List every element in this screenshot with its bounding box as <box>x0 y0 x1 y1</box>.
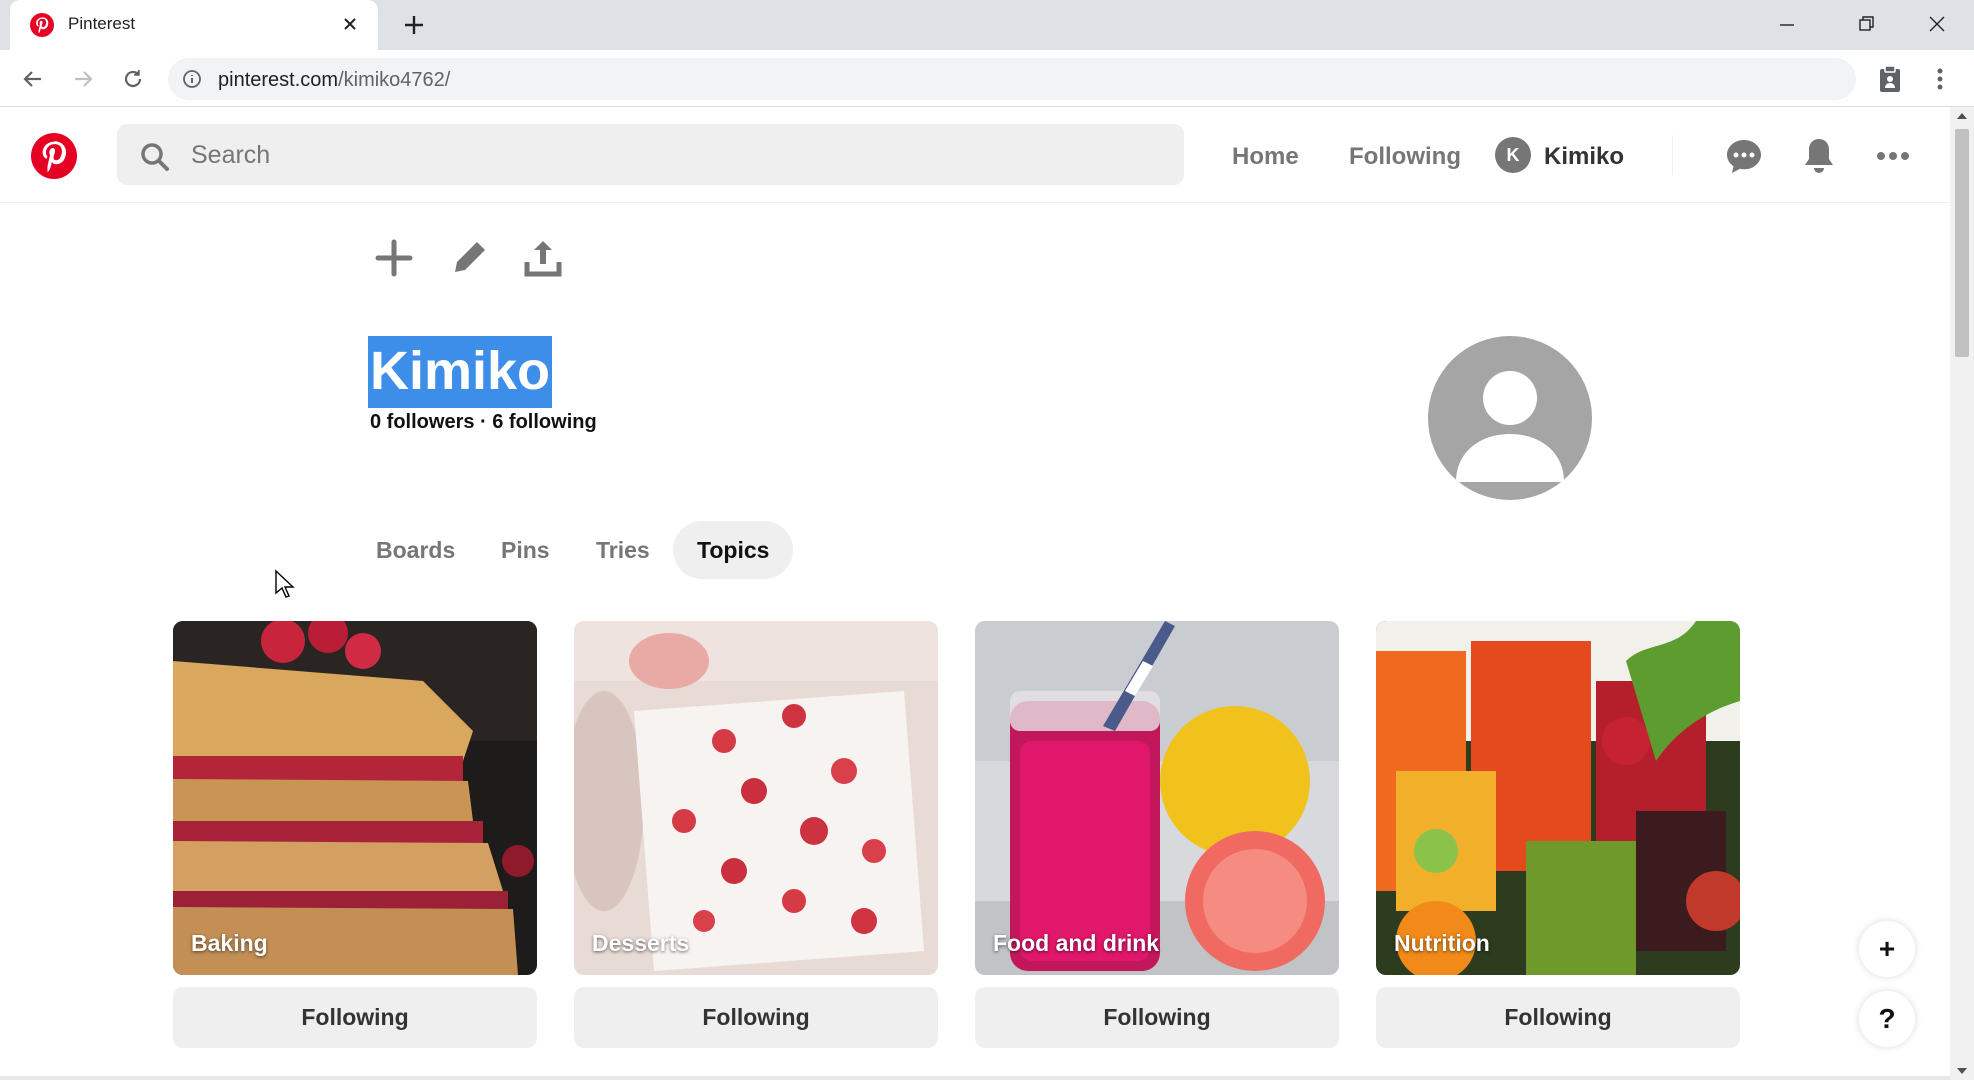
scrollbar-thumb[interactable] <box>1955 129 1969 357</box>
search-input[interactable]: Search <box>117 124 1184 185</box>
topic-label: Baking <box>191 930 268 956</box>
profile-avatar[interactable] <box>1428 336 1592 500</box>
scroll-up-icon[interactable] <box>1957 113 1967 119</box>
arrow-left-icon <box>23 71 41 87</box>
url-text: pinterest.com/kimiko4762/ <box>218 69 450 92</box>
back-button[interactable] <box>16 62 50 96</box>
header-divider <box>1672 135 1673 175</box>
profile-name: Kimiko <box>368 336 553 408</box>
following-button-food-and-drink[interactable]: Following <box>975 987 1339 1048</box>
share-upload-icon[interactable] <box>521 236 565 280</box>
tab-title: Pinterest <box>68 14 136 33</box>
pinterest-favicon-icon <box>30 13 54 37</box>
tab-tries[interactable]: Tries <box>572 521 674 579</box>
browser-tab[interactable]: Pinterest <box>10 0 378 50</box>
nav-home[interactable]: Home <box>1232 143 1299 171</box>
reload-icon <box>124 70 142 88</box>
nutrition-image <box>1376 621 1740 975</box>
tab-pins[interactable]: Pins <box>477 521 574 579</box>
food-and-drink-image <box>975 621 1339 975</box>
edit-pencil-icon[interactable] <box>447 236 491 280</box>
tab-topics[interactable]: Topics <box>673 521 794 579</box>
floating-add-button[interactable]: + <box>1859 921 1915 977</box>
following-button-baking[interactable]: Following <box>173 987 537 1048</box>
search-icon <box>141 143 169 171</box>
url-path: /kimiko4762/ <box>338 69 451 91</box>
topic-card-food-and-drink[interactable]: Food and drink <box>975 621 1339 975</box>
following-button-nutrition[interactable]: Following <box>1376 987 1740 1048</box>
search-placeholder: Search <box>191 141 271 169</box>
pinterest-header: Search Home Following K Kimiko <box>0 107 1950 203</box>
restore-button[interactable] <box>1838 6 1896 42</box>
pinterest-logo-icon[interactable] <box>31 133 77 179</box>
url-host: pinterest.com <box>218 69 339 91</box>
desserts-image <box>574 621 938 975</box>
close-window-button[interactable] <box>1908 6 1966 42</box>
forward-button[interactable] <box>66 62 100 96</box>
add-icon[interactable] <box>372 236 416 280</box>
nav-user-name[interactable]: Kimiko <box>1544 143 1624 171</box>
messages-icon[interactable] <box>1722 134 1766 178</box>
close-icon <box>1929 16 1945 32</box>
address-bar[interactable]: pinterest.com/kimiko4762/ <box>168 58 1856 100</box>
following-button-desserts[interactable]: Following <box>574 987 938 1048</box>
horizontal-scrollbar[interactable] <box>0 1076 1950 1080</box>
mouse-cursor-icon <box>275 569 295 598</box>
new-tab-icon[interactable] <box>400 11 428 39</box>
reload-button[interactable] <box>116 62 150 96</box>
tab-boards[interactable]: Boards <box>352 521 479 579</box>
scroll-down-icon[interactable] <box>1957 1068 1967 1074</box>
more-options-icon[interactable] <box>1871 134 1915 178</box>
browser-toolbar: pinterest.com/kimiko4762/ <box>0 50 1974 107</box>
topic-label: Food and drink <box>993 930 1160 956</box>
info-icon[interactable] <box>182 69 202 89</box>
profile-stats[interactable]: 0 followers · 6 following <box>370 411 597 434</box>
baking-image <box>173 621 537 975</box>
floating-help-button[interactable]: ? <box>1859 991 1915 1047</box>
close-tab-icon[interactable] <box>338 12 362 36</box>
restore-icon <box>1859 16 1874 31</box>
browser-tabstrip: Pinterest <box>0 0 1974 50</box>
topic-label: Desserts <box>592 930 690 956</box>
nav-following[interactable]: Following <box>1349 143 1461 171</box>
clipboard-extension-icon[interactable] <box>1874 63 1906 95</box>
user-avatar[interactable]: K <box>1495 137 1531 173</box>
minimize-icon <box>1780 24 1794 26</box>
topic-card-nutrition[interactable]: Nutrition <box>1376 621 1740 975</box>
topic-card-desserts[interactable]: Desserts <box>574 621 938 975</box>
notifications-bell-icon[interactable] <box>1797 134 1841 178</box>
arrow-right-icon <box>75 71 93 87</box>
topic-card-baking[interactable]: Baking <box>173 621 537 975</box>
default-user-icon <box>1456 371 1564 482</box>
topic-label: Nutrition <box>1394 930 1490 956</box>
browser-menu-icon[interactable] <box>1924 63 1956 95</box>
vertical-scrollbar[interactable] <box>1950 107 1974 1080</box>
minimize-button[interactable] <box>1758 6 1816 42</box>
